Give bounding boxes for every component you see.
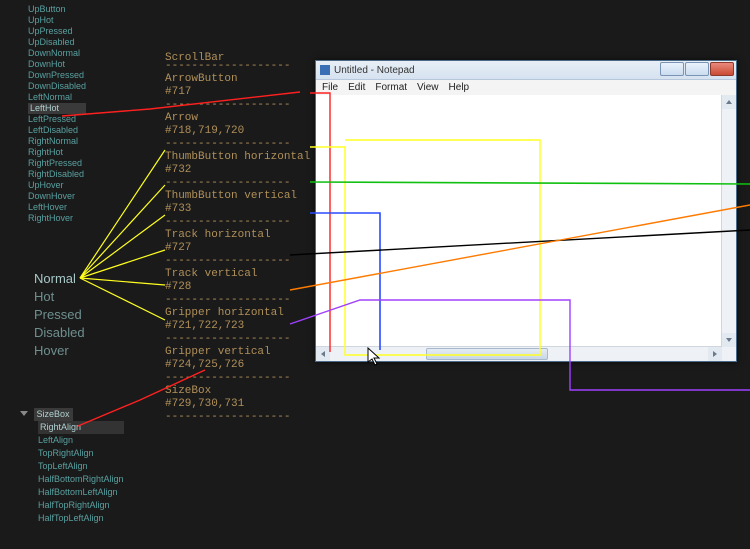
state-pressed[interactable]: Pressed xyxy=(34,306,85,324)
separator: ------------------- xyxy=(165,333,310,346)
section-ids: #732 xyxy=(165,164,310,177)
notepad-window[interactable]: Untitled - Notepad File Edit Format View Hel… xyxy=(315,60,737,362)
tree2-item-halfbottomrightalign[interactable]: HalfBottomRightAlign xyxy=(38,473,124,486)
tree1-item-downhot[interactable]: DownHot xyxy=(28,59,86,70)
menu-format[interactable]: Format xyxy=(375,82,407,93)
tree-sizebox-header[interactable]: SizeBox xyxy=(34,408,73,421)
separator: ------------------- xyxy=(165,216,310,229)
tree2-item-rightalign[interactable]: RightAlign xyxy=(38,421,124,434)
section-ids: #733 xyxy=(165,203,310,216)
tree1-item-lefthover[interactable]: LeftHover xyxy=(28,202,86,213)
text-area[interactable] xyxy=(316,95,722,347)
tree2-item-halftopleftalign[interactable]: HalfTopLeftAlign xyxy=(38,512,124,525)
section-name: ThumbButton horizontal xyxy=(165,151,310,164)
notepad-icon xyxy=(320,65,330,75)
section-name: ArrowButton xyxy=(165,73,310,86)
tree1-item-downnormal[interactable]: DownNormal xyxy=(28,48,86,59)
tree2-item-topleftalign[interactable]: TopLeftAlign xyxy=(38,460,124,473)
tree2-item-halftoprightalign[interactable]: HalfTopRightAlign xyxy=(38,499,124,512)
tree1-item-rightnormal[interactable]: RightNormal xyxy=(28,136,86,147)
tree1-item-downhover[interactable]: DownHover xyxy=(28,191,86,202)
section-name: Track horizontal xyxy=(165,229,310,242)
section-ids: #721,722,723 xyxy=(165,320,310,333)
vertical-scrollbar[interactable] xyxy=(721,95,736,347)
tree1-item-uphover[interactable]: UpHover xyxy=(28,180,86,191)
tree1-item-downdisabled[interactable]: DownDisabled xyxy=(28,81,86,92)
horizontal-thumb[interactable] xyxy=(426,348,548,360)
tree2-item-halfbottomleftalign[interactable]: HalfBottomLeftAlign xyxy=(38,486,124,499)
tree2-item-leftalign[interactable]: LeftAlign xyxy=(38,434,124,447)
tree1-item-rightdisabled[interactable]: RightDisabled xyxy=(28,169,86,180)
menu-help[interactable]: Help xyxy=(449,82,470,93)
state-hot[interactable]: Hot xyxy=(34,288,85,306)
section-ids: #724,725,726 xyxy=(165,359,310,372)
menu-view[interactable]: View xyxy=(417,82,439,93)
separator: ------------------- xyxy=(165,99,310,112)
menubar[interactable]: File Edit Format View Help xyxy=(316,80,736,96)
section-ids: #717 xyxy=(165,86,310,99)
window-title: Untitled - Notepad xyxy=(334,65,415,76)
sections-title: ScrollBar xyxy=(165,52,224,65)
tree1-item-righthover[interactable]: RightHover xyxy=(28,213,86,224)
tree1-item-leftnormal[interactable]: LeftNormal xyxy=(28,92,86,103)
state-list[interactable]: NormalHotPressedDisabledHover xyxy=(34,270,85,360)
size-box[interactable] xyxy=(722,347,736,361)
tree-sizebox[interactable]: SizeBox RightAlignLeftAlignTopRightAlign… xyxy=(20,408,124,525)
separator: ------------------- xyxy=(165,411,310,424)
section-name: Gripper horizontal xyxy=(165,307,310,320)
tree-scrollbar-parts[interactable]: UpButtonUpHotUpPressedUpDisabledDownNorm… xyxy=(28,4,86,224)
section-ids: #718,719,720 xyxy=(165,125,310,138)
minimize-button[interactable] xyxy=(660,62,684,76)
section-name: ThumbButton vertical xyxy=(165,190,310,203)
horizontal-scrollbar[interactable] xyxy=(316,346,722,361)
separator: ------------------- xyxy=(165,177,310,190)
sections-panel: ScrollBar -------------------ArrowButton… xyxy=(165,60,310,424)
tree2-item-toprightalign[interactable]: TopRightAlign xyxy=(38,447,124,460)
section-ids: #727 xyxy=(165,242,310,255)
separator: ------------------- xyxy=(165,372,310,385)
state-normal[interactable]: Normal xyxy=(34,270,85,288)
tree1-item-downpressed[interactable]: DownPressed xyxy=(28,70,86,81)
separator: ------------------- xyxy=(165,255,310,268)
tree1-item-uppressed[interactable]: UpPressed xyxy=(28,26,86,37)
separator: ------------------- xyxy=(165,294,310,307)
state-disabled[interactable]: Disabled xyxy=(34,324,85,342)
section-ids: #729,730,731 xyxy=(165,398,310,411)
section-name: Arrow xyxy=(165,112,310,125)
tree1-item-rightpressed[interactable]: RightPressed xyxy=(28,158,86,169)
tree1-item-upbutton[interactable]: UpButton xyxy=(28,4,86,15)
menu-edit[interactable]: Edit xyxy=(348,82,365,93)
tree1-item-leftdisabled[interactable]: LeftDisabled xyxy=(28,125,86,136)
titlebar[interactable]: Untitled - Notepad xyxy=(316,61,736,80)
scroll-left-arrow-button[interactable] xyxy=(316,347,330,361)
scroll-up-arrow-button[interactable] xyxy=(722,95,736,109)
tree1-item-leftpressed[interactable]: LeftPressed xyxy=(28,114,86,125)
tree1-item-updisabled[interactable]: UpDisabled xyxy=(28,37,86,48)
tree1-item-lefthot[interactable]: LeftHot xyxy=(28,103,86,114)
scroll-down-arrow-button[interactable] xyxy=(722,333,736,347)
caret-down-icon xyxy=(20,411,28,416)
scroll-right-arrow-button[interactable] xyxy=(708,347,722,361)
state-hover[interactable]: Hover xyxy=(34,342,85,360)
section-ids: #728 xyxy=(165,281,310,294)
section-name: SizeBox xyxy=(165,385,310,398)
section-name: Gripper vertical xyxy=(165,346,310,359)
close-button[interactable] xyxy=(710,62,734,76)
menu-file[interactable]: File xyxy=(322,82,338,93)
section-name: Track vertical xyxy=(165,268,310,281)
tree1-item-uphot[interactable]: UpHot xyxy=(28,15,86,26)
tree1-item-righthot[interactable]: RightHot xyxy=(28,147,86,158)
separator: ------------------- xyxy=(165,138,310,151)
maximize-button[interactable] xyxy=(685,62,709,76)
